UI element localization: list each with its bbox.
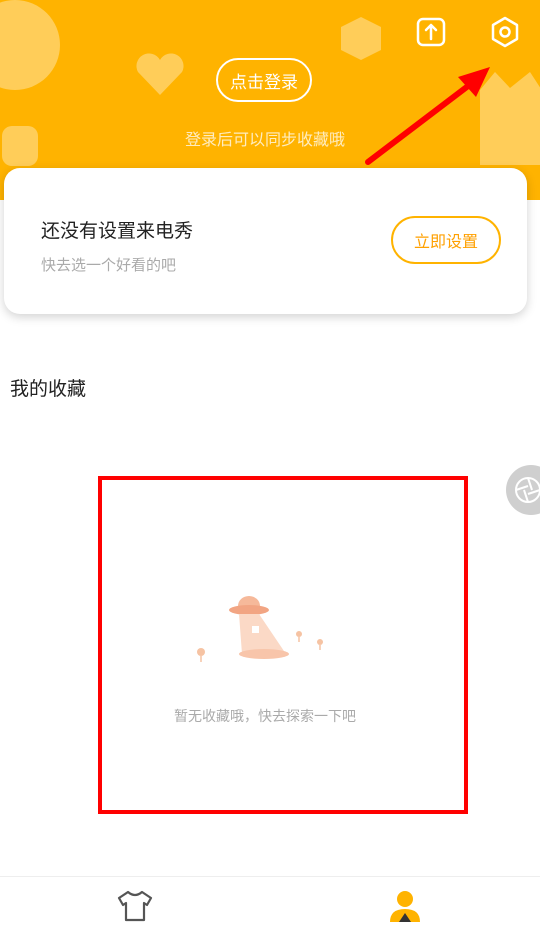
ringtone-card-title: 还没有设置来电秀 — [41, 220, 194, 242]
annotation-highlight-box — [98, 476, 468, 814]
shutter-icon — [515, 477, 540, 503]
ringtone-card-subtitle: 快去选一个好看的吧 — [41, 256, 177, 274]
decorative-heart-icon — [136, 53, 184, 95]
settings-icon[interactable] — [488, 15, 522, 49]
ringtone-card: 还没有设置来电秀 快去选一个好看的吧 立即设置 — [4, 168, 527, 314]
annotation-arrow — [365, 67, 490, 165]
floating-shutter-button[interactable] — [506, 465, 540, 515]
nav-item-profile[interactable] — [270, 877, 540, 934]
login-button[interactable]: 点击登录 — [216, 58, 312, 102]
user-icon — [390, 890, 420, 922]
decorative-bell-icon — [0, 0, 60, 90]
bottom-nav — [0, 876, 540, 934]
tshirt-icon — [117, 890, 153, 921]
upload-icon[interactable] — [414, 15, 448, 49]
favorites-title: 我的收藏 — [10, 378, 87, 400]
nav-item-themes[interactable] — [0, 877, 270, 934]
set-now-button[interactable]: 立即设置 — [391, 216, 501, 264]
